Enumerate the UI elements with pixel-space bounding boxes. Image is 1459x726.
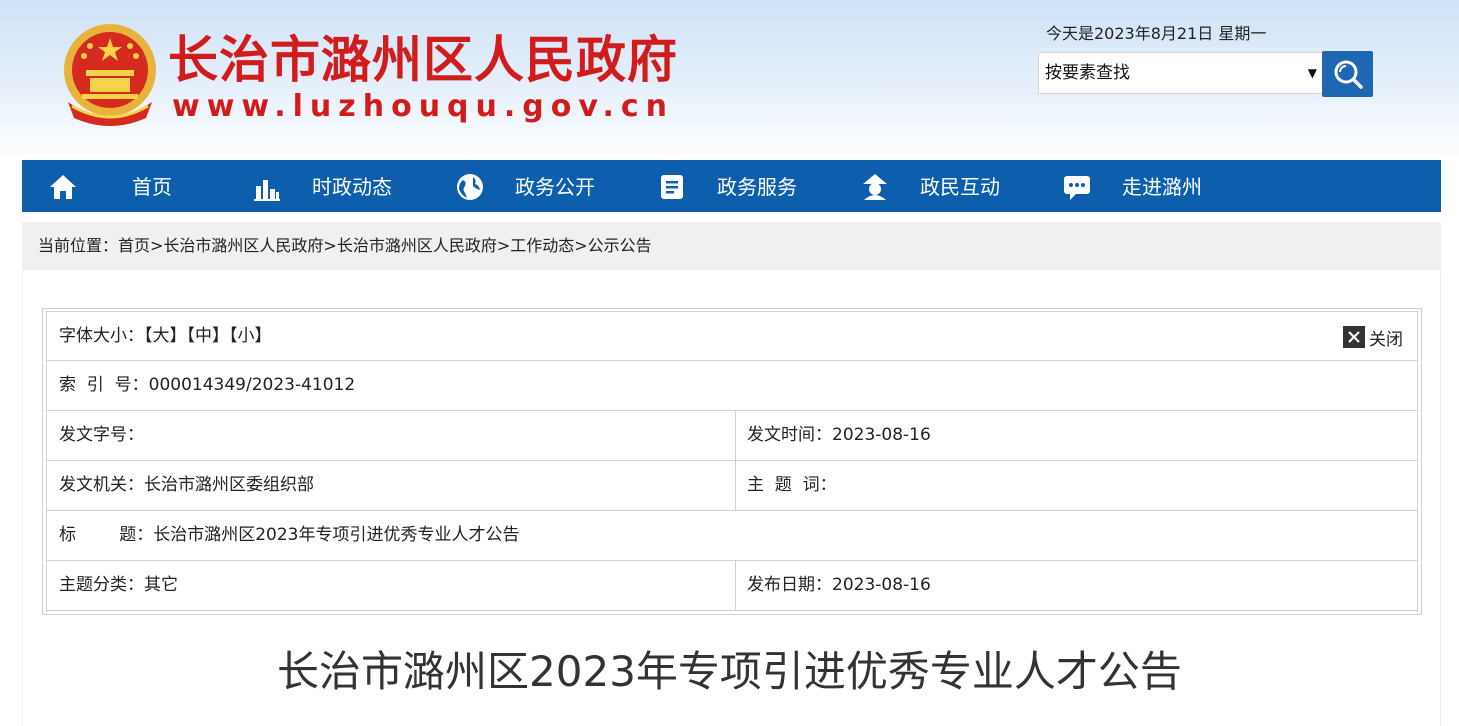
site-url: www.luzhouqu.gov.cn [172,89,675,124]
document-info-table: 字体大小：【大】【中】【小】 关闭 索 引 号：000014349/2023-4… [42,308,1422,615]
close-button[interactable]: 关闭 [1343,325,1403,350]
font-size-row: 字体大小：【大】【中】【小】 关闭 [46,311,1418,361]
doc-number-label: 发文字号： [59,425,144,445]
doc-number-row: 发文字号： 发文时间：2023-08-16 [46,411,1418,461]
people-icon [863,174,887,200]
title-label: 标 题： [59,525,154,545]
nav-label: 政务服务 [717,175,797,199]
article-title: 长治市潞州区2023年专项引进优秀专业人才公告 [277,647,1182,696]
current-date: 今天是2023年8月21日 星期一 [1046,24,1267,43]
chevron-down-icon: ▼ [1307,66,1317,80]
publish-date-cell: 发布日期：2023-08-16 [747,561,931,610]
breadcrumb[interactable]: 当前位置：首页>长治市潞州区人民政府>长治市潞州区人民政府>工作动态>公示公告 [22,222,1441,270]
globe-icon [457,174,483,200]
issue-time-label: 发文时间： [747,425,832,445]
column-divider [735,411,736,460]
index-value: 000014349/2023-41012 [148,375,356,395]
publish-date-value: 2023-08-16 [832,575,931,595]
index-row: 索 引 号：000014349/2023-41012 [46,361,1418,411]
issue-time-cell: 发文时间：2023-08-16 [747,411,931,460]
issue-time-value: 2023-08-16 [832,425,931,445]
column-divider [735,561,736,610]
column-divider [735,461,736,510]
issuer-row: 发文机关：长治市潞州区委组织部 主 题 词： [46,461,1418,511]
publish-date-label: 发布日期： [747,575,832,595]
chat-icon [1064,176,1090,200]
title-value: 长治市潞州区2023年专项引进优秀专业人才公告 [153,525,520,545]
category-value: 其它 [144,575,178,595]
font-medium-button[interactable]: 【中】 [187,326,230,346]
issuer-value: 长治市潞州区委组织部 [144,475,314,495]
index-cell: 索 引 号：000014349/2023-41012 [59,361,355,410]
issuer-label: 发文机关： [59,475,144,495]
keywords-cell: 主 题 词： [747,461,837,510]
keywords-label: 主 题 词： [747,475,837,495]
index-label: 索 引 号： [59,375,149,395]
category-label: 主题分类： [59,575,144,595]
title-cell: 标 题：长治市潞州区2023年专项引进优秀专业人才公告 [59,511,520,560]
font-size-label: 字体大小： [59,326,144,346]
issuer-cell: 发文机关：长治市潞州区委组织部 [59,461,314,510]
main-navigation: 首页 时政动态 政务公开 政务服务 政民互动 走进潞州 [22,160,1441,212]
category-row: 主题分类：其它 发布日期：2023-08-16 [46,561,1418,611]
search-type-select[interactable]: 按要素查找 ▼ [1038,52,1324,94]
search-button[interactable] [1322,51,1373,97]
nav-label: 走进潞州 [1122,175,1202,199]
nav-label: 时政动态 [312,175,392,199]
font-small-button[interactable]: 【小】 [229,326,272,346]
font-large-button[interactable]: 【大】 [144,326,187,346]
nav-label: 政务公开 [515,175,595,199]
font-size-controls: 字体大小：【大】【中】【小】 [59,312,272,361]
search-type-value: 按要素查找 [1045,63,1130,83]
bar-chart-icon [254,180,280,201]
search-icon [1334,60,1363,89]
document-icon [661,175,683,199]
close-label: 关闭 [1369,329,1403,350]
doc-number-cell: 发文字号： [59,411,144,460]
national-emblem-icon [64,24,156,126]
site-title: 长治市潞州区人民政府 [168,30,678,89]
home-icon [50,175,76,199]
site-header: 长治市潞州区人民政府 www.luzhouqu.gov.cn 今天是2023年8… [0,0,1459,160]
nav-label: 政民互动 [920,175,1000,199]
category-cell: 主题分类：其它 [59,561,178,610]
title-row: 标 题：长治市潞州区2023年专项引进优秀专业人才公告 [46,511,1418,561]
close-icon [1343,326,1365,348]
nav-label: 首页 [132,175,172,199]
